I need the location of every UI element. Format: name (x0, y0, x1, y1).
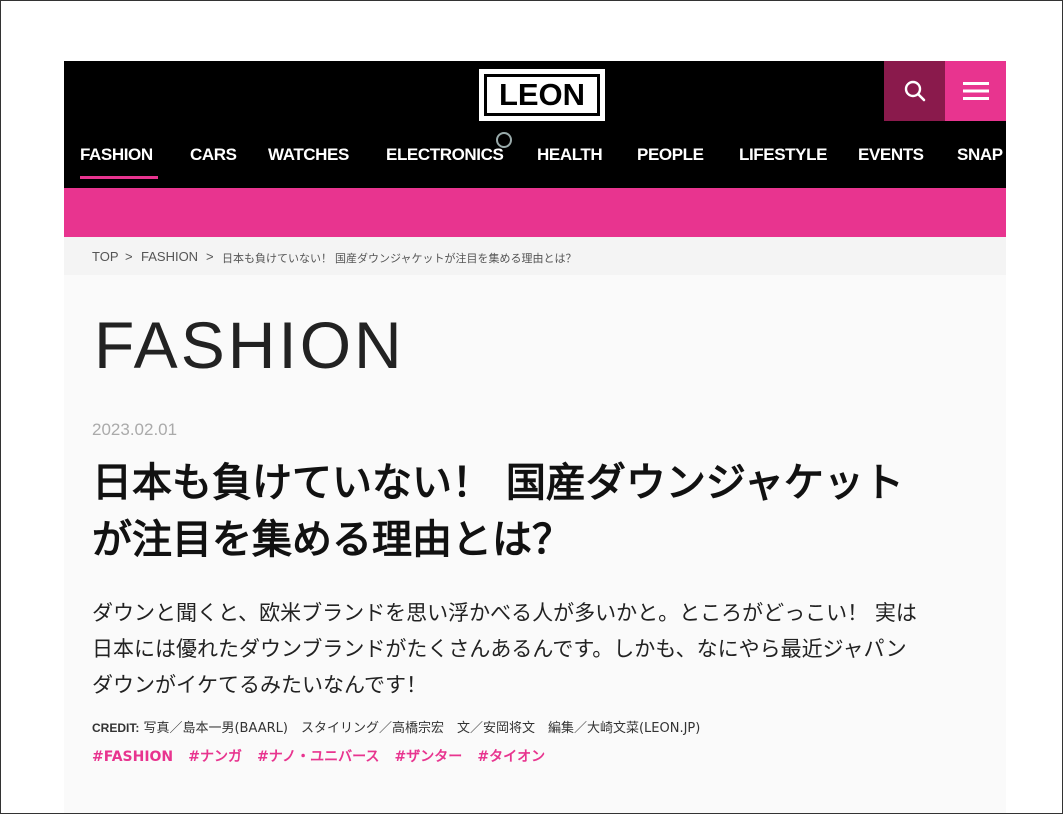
lede-line: 日本には優れたダウンブランドがたくさんあるんです。しかも、なにやら最近ジャパン (92, 637, 907, 661)
nav-item-watches[interactable]: WATCHES (268, 145, 349, 165)
lede-line: ダウンと聞くと、欧米ブランドを思い浮かべる人が多いかと。ところがどっこい！ 実は (92, 601, 917, 625)
tag-link[interactable]: #タイオン (477, 749, 545, 765)
nav-item-events[interactable]: EVENTS (858, 145, 924, 165)
headline-line: が注目を集める理由とは？ (92, 517, 572, 563)
breadcrumb: TOP > FASHION > 日本も負けていない！ 国産ダウンジャケットが注目… (64, 237, 1006, 275)
nav-item-lifestyle[interactable]: LIFESTYLE (739, 145, 827, 165)
nav-item-health[interactable]: HEALTH (537, 145, 603, 165)
promo-banner (64, 188, 1006, 237)
leon-logo[interactable]: LEON (479, 69, 605, 121)
headline-line: 日本も負けていない！ 国産ダウンジャケット (92, 460, 904, 506)
nav-item-cars[interactable]: CARS (190, 145, 237, 165)
page-frame: LEON FASHION CARS WATCHES ELECTRONICS HE… (0, 0, 1063, 814)
search-icon (904, 80, 925, 102)
breadcrumb-top[interactable]: TOP (92, 249, 119, 264)
nav-active-indicator (80, 176, 158, 179)
breadcrumb-separator: > (206, 249, 214, 264)
credit-label: CREDIT: (92, 721, 140, 735)
nav-item-people[interactable]: PEOPLE (637, 145, 704, 165)
tag-list: #FASHION #ナンガ #ナノ・ユニバース #ザンター #タイオン (92, 746, 555, 766)
tag-link[interactable]: #ザンター (395, 749, 463, 765)
article-date: 2023.02.01 (92, 420, 178, 439)
site-header: LEON FASHION CARS WATCHES ELECTRONICS HE… (64, 61, 1006, 188)
loading-cursor-icon (496, 132, 512, 148)
hamburger-menu-icon (962, 82, 989, 100)
article-headline: 日本も負けていない！ 国産ダウンジャケット が注目を集める理由とは？ (92, 455, 992, 569)
nav-item-electronics[interactable]: ELECTRONICS (386, 145, 504, 165)
breadcrumb-separator: > (125, 249, 133, 264)
section-title: FASHION (94, 308, 405, 382)
main-nav: FASHION CARS WATCHES ELECTRONICS HEALTH … (64, 145, 1006, 179)
logo-border: LEON (484, 74, 600, 116)
nav-item-fashion[interactable]: FASHION (80, 145, 153, 165)
search-button[interactable] (884, 61, 945, 121)
logo-text: LEON (487, 77, 597, 113)
breadcrumb-fashion[interactable]: FASHION (141, 249, 198, 264)
article-credit: CREDIT: 写真／島本一男(BAARL) スタイリング／高橋宗宏 文／安岡将… (92, 717, 700, 736)
credit-text: 写真／島本一男(BAARL) スタイリング／高橋宗宏 文／安岡将文 編集／大崎文… (143, 721, 701, 736)
article-lede: ダウンと聞くと、欧米ブランドを思い浮かべる人が多いかと。ところがどっこい！ 実は… (92, 595, 982, 703)
article-content: FASHION 2023.02.01 日本も負けていない！ 国産ダウンジャケット… (64, 275, 1006, 813)
tag-link[interactable]: #FASHION (92, 749, 173, 765)
menu-button[interactable] (945, 61, 1006, 121)
tag-link[interactable]: #ナンガ (188, 749, 242, 765)
nav-item-snap[interactable]: SNAP (957, 145, 1003, 165)
breadcrumb-current: 日本も負けていない！ 国産ダウンジャケットが注目を集める理由とは？ (222, 253, 577, 265)
tag-link[interactable]: #ナノ・ユニバース (257, 749, 379, 765)
site-container: LEON FASHION CARS WATCHES ELECTRONICS HE… (64, 61, 1006, 813)
lede-line: ダウンがイケてるみたいなんです！ (92, 673, 427, 697)
